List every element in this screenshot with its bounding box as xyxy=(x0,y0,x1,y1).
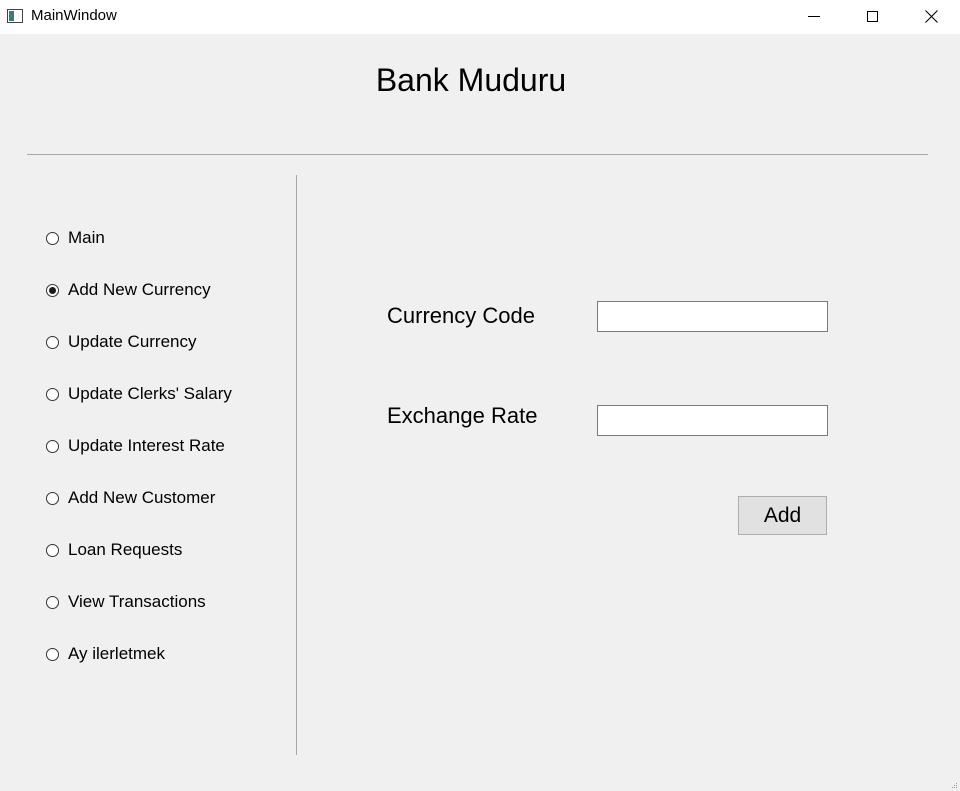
maximize-button[interactable] xyxy=(843,0,901,32)
minimize-icon xyxy=(808,15,820,17)
radio-icon[interactable] xyxy=(46,647,59,661)
sidebar-radio-ay-ilerletmek[interactable]: Ay ilerletmek xyxy=(46,643,165,665)
sidebar-radio-add-new-customer[interactable]: Add New Customer xyxy=(46,487,215,509)
header-divider xyxy=(27,154,928,155)
sidebar-radio-main[interactable]: Main xyxy=(46,227,105,249)
sidebar-item-label: Update Clerks' Salary xyxy=(68,384,232,403)
sidebar-item-label: Add New Customer xyxy=(68,488,216,507)
currency-code-label: Currency Code xyxy=(387,303,535,328)
exchange-rate-input[interactable] xyxy=(597,405,828,436)
page-title: Bank Muduru xyxy=(375,62,567,98)
sidebar-item-label: Loan Requests xyxy=(68,540,183,559)
resize-grip-icon[interactable] xyxy=(950,781,958,789)
sidebar-radio-loan-requests[interactable]: Loan Requests xyxy=(46,539,182,561)
radio-icon[interactable] xyxy=(46,491,59,505)
sidebar-radio-update-clerks-salary[interactable]: Update Clerks' Salary xyxy=(46,383,232,405)
radio-icon[interactable] xyxy=(46,231,59,245)
window-title: MainWindow xyxy=(31,7,117,24)
sidebar-item-label: Main xyxy=(68,228,105,247)
minimize-button[interactable] xyxy=(785,0,843,32)
radio-icon[interactable] xyxy=(46,439,59,453)
sidebar-divider xyxy=(296,175,297,755)
exchange-rate-label: Exchange Rate xyxy=(387,403,538,428)
sidebar-item-label: Update Interest Rate xyxy=(68,436,225,455)
title-bar: MainWindow xyxy=(0,0,960,34)
sidebar-radio-view-transactions[interactable]: View Transactions xyxy=(46,591,206,613)
radio-checked-icon[interactable] xyxy=(46,283,59,297)
radio-icon[interactable] xyxy=(46,335,59,349)
add-button[interactable]: Add xyxy=(738,496,827,535)
radio-icon[interactable] xyxy=(46,595,59,609)
sidebar-radio-update-currency[interactable]: Update Currency xyxy=(46,331,197,353)
radio-icon[interactable] xyxy=(46,387,59,401)
sidebar-radio-add-new-currency[interactable]: Add New Currency xyxy=(46,279,211,301)
radio-icon[interactable] xyxy=(46,543,59,557)
sidebar-item-label: Update Currency xyxy=(68,332,197,351)
currency-code-input[interactable] xyxy=(597,301,828,332)
sidebar-item-label: Ay ilerletmek xyxy=(68,644,165,663)
close-button[interactable] xyxy=(902,0,960,32)
maximize-icon xyxy=(866,10,878,22)
close-icon xyxy=(924,9,938,23)
sidebar-item-label: Add New Currency xyxy=(68,280,211,299)
sidebar-item-label: View Transactions xyxy=(68,592,206,611)
app-window-icon xyxy=(7,9,23,23)
sidebar-radio-update-interest-rate[interactable]: Update Interest Rate xyxy=(46,435,225,457)
